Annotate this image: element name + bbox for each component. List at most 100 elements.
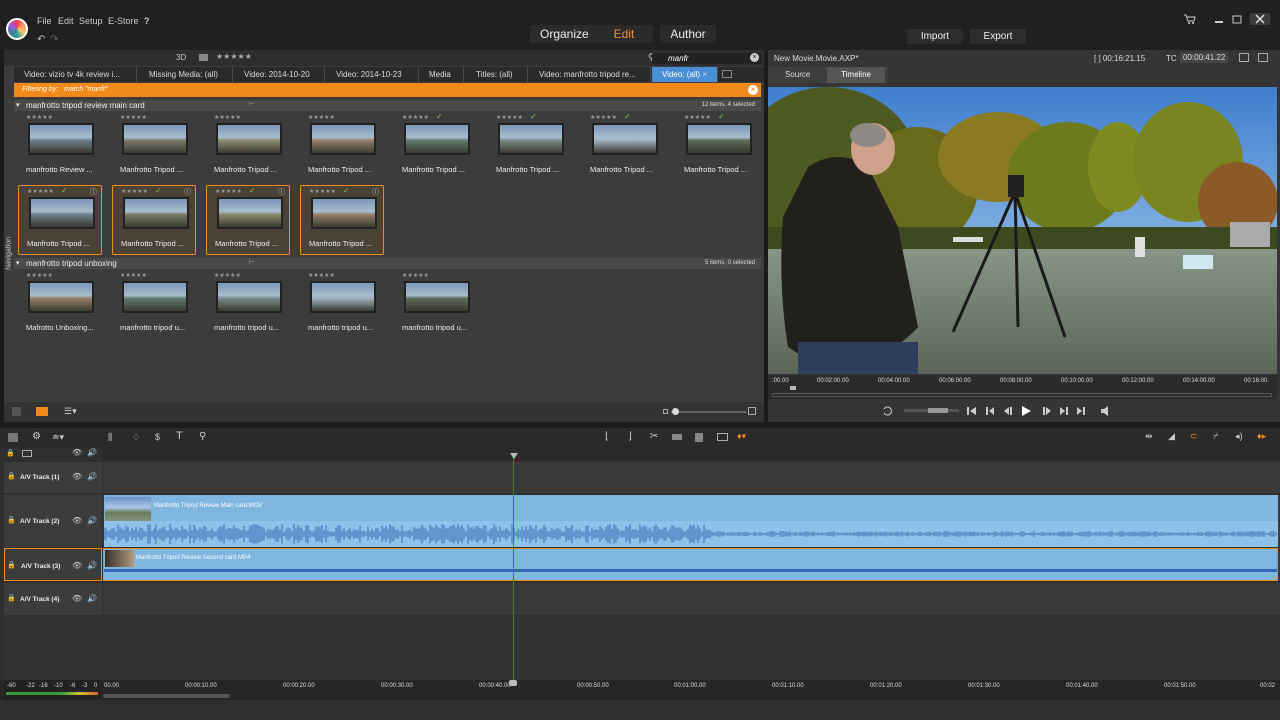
voiceover-icon[interactable]: ⚲ bbox=[199, 431, 206, 442]
rating-stars[interactable]: ★★★★★ bbox=[121, 188, 148, 195]
thumbnail-size-slider[interactable] bbox=[671, 408, 746, 415]
zoom-in-icon[interactable] bbox=[748, 407, 756, 415]
copy-icon[interactable] bbox=[672, 434, 682, 440]
preview-scrub-bar[interactable] bbox=[772, 393, 1272, 397]
clip-tile[interactable]: ★★★★★ ✓ ⓘ Manfrotto Tripod ... bbox=[112, 185, 196, 255]
clip-tile[interactable]: ★★★★★ ✓ ⓘ Manfrotto Tripod ... bbox=[18, 185, 102, 255]
close-icon[interactable] bbox=[1250, 13, 1270, 25]
clip-tile[interactable]: ★★★★★ Manfrotto Tripod ... bbox=[112, 112, 196, 182]
track-4-lane[interactable] bbox=[103, 583, 1280, 615]
step-forward-icon[interactable] bbox=[1041, 402, 1053, 418]
edit-tab[interactable]: Edit bbox=[595, 25, 653, 43]
rating-stars[interactable]: ★★★★★ bbox=[26, 114, 53, 121]
audio-icon[interactable]: 🔊 bbox=[87, 472, 97, 481]
snapshot-icon[interactable] bbox=[717, 433, 728, 441]
clip-tile[interactable]: ★★★★★ manfrotto Review ... bbox=[18, 112, 102, 182]
track-2-header[interactable]: 🔒 A/V Track (2) 👁 🔊 bbox=[4, 495, 102, 547]
visibility-icon[interactable]: 👁 bbox=[72, 472, 82, 481]
split-icon[interactable]: $ bbox=[155, 432, 160, 442]
clip-tile[interactable]: ★★★★★ Manfrotto Tripod ... bbox=[206, 112, 290, 182]
lock-icon[interactable]: 🔒 bbox=[7, 472, 16, 480]
clip-tile[interactable]: ★★★★★ manfrotto tripod u... bbox=[112, 270, 196, 340]
caption-icon[interactable] bbox=[199, 54, 208, 61]
marker-in-icon[interactable]: ⌊ bbox=[605, 431, 609, 442]
visibility-icon[interactable]: 👁 bbox=[72, 516, 82, 525]
audio-icon[interactable]: 🔊 bbox=[87, 516, 97, 525]
rating-stars[interactable]: ★★★★★ bbox=[496, 114, 523, 121]
rating-stars[interactable]: ★★★★★ bbox=[26, 272, 53, 279]
clip-tile[interactable]: ★★★★★ ✓ Manfrotto Tripod ... bbox=[676, 112, 760, 182]
delete-icon[interactable] bbox=[695, 433, 703, 442]
timeline-clip-second-card[interactable]: Manfrotto Tripod Review Second card.MP4 bbox=[103, 548, 1278, 581]
empty-lane[interactable] bbox=[103, 616, 1280, 686]
clear-search-icon[interactable]: × bbox=[750, 53, 759, 62]
track-4-header[interactable]: 🔒 A/V Track (4) 👁 🔊 bbox=[4, 583, 102, 615]
playhead-handle-icon[interactable] bbox=[510, 453, 518, 459]
razor-tool-icon[interactable]: ✂ bbox=[650, 431, 658, 442]
detach-icon[interactable] bbox=[1258, 53, 1268, 62]
volume-icon[interactable] bbox=[1099, 402, 1119, 418]
rating-stars[interactable]: ★★★★★ bbox=[308, 272, 335, 279]
close-tab-icon[interactable]: × bbox=[702, 70, 707, 79]
collapse-icon[interactable]: ▾ bbox=[16, 258, 20, 269]
list-view-icon[interactable]: ☰▾ bbox=[64, 406, 77, 417]
audio-scrub-icon[interactable]: ◂) bbox=[1235, 431, 1243, 442]
timecode-display[interactable]: 00:00:41.22 bbox=[1180, 52, 1229, 63]
rating-stars[interactable]: ★★★★★ bbox=[214, 114, 241, 121]
settings-icon[interactable]: ⚙ bbox=[32, 431, 41, 442]
clip-tile[interactable]: ★★★★★ Mafrotto Unboxing... bbox=[18, 270, 102, 340]
loop-icon[interactable] bbox=[880, 402, 896, 418]
menu-edit[interactable]: Edit bbox=[58, 16, 74, 26]
next-frame-icon[interactable] bbox=[1058, 402, 1070, 418]
storyboard-icon[interactable] bbox=[8, 433, 18, 442]
razor-icon[interactable]: ♢ bbox=[132, 432, 140, 443]
marker-out-icon[interactable]: ⌋ bbox=[628, 431, 632, 442]
track-2-lane[interactable]: Manfrotto Tripod Review Main card.MOV bbox=[103, 495, 1280, 547]
clip-tile[interactable]: ★★★★★ Manfrotto Tripod ... bbox=[300, 112, 384, 182]
export-button[interactable]: Export bbox=[970, 29, 1026, 44]
rating-stars[interactable]: ★★★★★ bbox=[120, 114, 147, 121]
magnet-icon[interactable]: ⊂ bbox=[1190, 431, 1198, 442]
clear-filter-icon[interactable]: × bbox=[748, 85, 758, 95]
info-icon[interactable]: ⓘ bbox=[278, 187, 285, 197]
ripple-icon[interactable]: ◢ bbox=[1168, 431, 1175, 442]
previous-frame-icon[interactable] bbox=[984, 402, 996, 418]
audio-icon[interactable]: 🔊 bbox=[87, 561, 97, 570]
marker-icon[interactable]: ♦▾ bbox=[737, 431, 746, 442]
clip-tile[interactable]: ★★★★★ ✓ Manfrotto Tripod ... bbox=[488, 112, 572, 182]
clip-tile[interactable]: ★★★★★ manfrotto tripod u... bbox=[206, 270, 290, 340]
tab-missing-media[interactable]: Missing Media: (all) bbox=[139, 67, 233, 82]
tab-video-manfrotto[interactable]: Video: manfrotto tripod re... bbox=[529, 67, 651, 82]
mixer-icon[interactable]: ⫼ bbox=[108, 432, 112, 443]
search-input[interactable]: manfr bbox=[652, 53, 762, 64]
tab-video-2014-10-20[interactable]: Video: 2014-10-20 bbox=[234, 67, 325, 82]
lock-icon[interactable]: 🔒 bbox=[7, 594, 16, 602]
shuttle-control[interactable] bbox=[904, 402, 959, 418]
audio-all-icon[interactable]: 🔊 bbox=[87, 448, 97, 457]
maximize-icon[interactable] bbox=[1230, 13, 1244, 25]
rating-stars[interactable]: ★★★★★ bbox=[402, 114, 429, 121]
zoom-out-icon[interactable] bbox=[663, 409, 668, 414]
collapse-icon[interactable]: ▾ bbox=[16, 100, 20, 111]
menu-estore[interactable]: E-Store bbox=[108, 16, 139, 26]
cart-icon[interactable] bbox=[1182, 13, 1196, 25]
timeline-playhead[interactable] bbox=[513, 454, 514, 684]
rating-stars[interactable]: ★★★★★ bbox=[309, 188, 336, 195]
navigation-sidebar[interactable]: Navigation bbox=[4, 200, 14, 310]
track-1-lane[interactable] bbox=[103, 462, 1280, 493]
3d-toggle[interactable]: 3D bbox=[176, 53, 186, 62]
smart-edit-icon[interactable]: ⌿ bbox=[1213, 431, 1218, 442]
minimize-icon[interactable] bbox=[1212, 13, 1226, 25]
fit-timeline-icon[interactable]: ⇹ bbox=[1145, 431, 1153, 442]
track-3-header[interactable]: 🔒 A/V Track (3) 👁 🔊 bbox=[4, 548, 102, 581]
visibility-icon[interactable]: 👁 bbox=[72, 594, 82, 603]
clip-tile[interactable]: ★★★★★ manfrotto tripod u... bbox=[394, 270, 478, 340]
clip-tile[interactable]: ★★★★★ ✓ ⓘ Manfrotto Tripod ... bbox=[206, 185, 290, 255]
info-icon[interactable]: ⓘ bbox=[184, 187, 191, 197]
clip-tile[interactable]: ★★★★★ ✓ Manfrotto Tripod ... bbox=[582, 112, 666, 182]
tab-source[interactable]: Source bbox=[785, 70, 810, 79]
group-header-unboxing[interactable]: ▾ manfrotto tripod unboxing ⊢ 5 items, 0… bbox=[14, 258, 761, 269]
audio-icon[interactable]: 🔊 bbox=[87, 594, 97, 603]
tab-video-all[interactable]: Video: (all) × bbox=[652, 67, 718, 82]
undo-icon[interactable]: ↶ bbox=[37, 34, 45, 45]
